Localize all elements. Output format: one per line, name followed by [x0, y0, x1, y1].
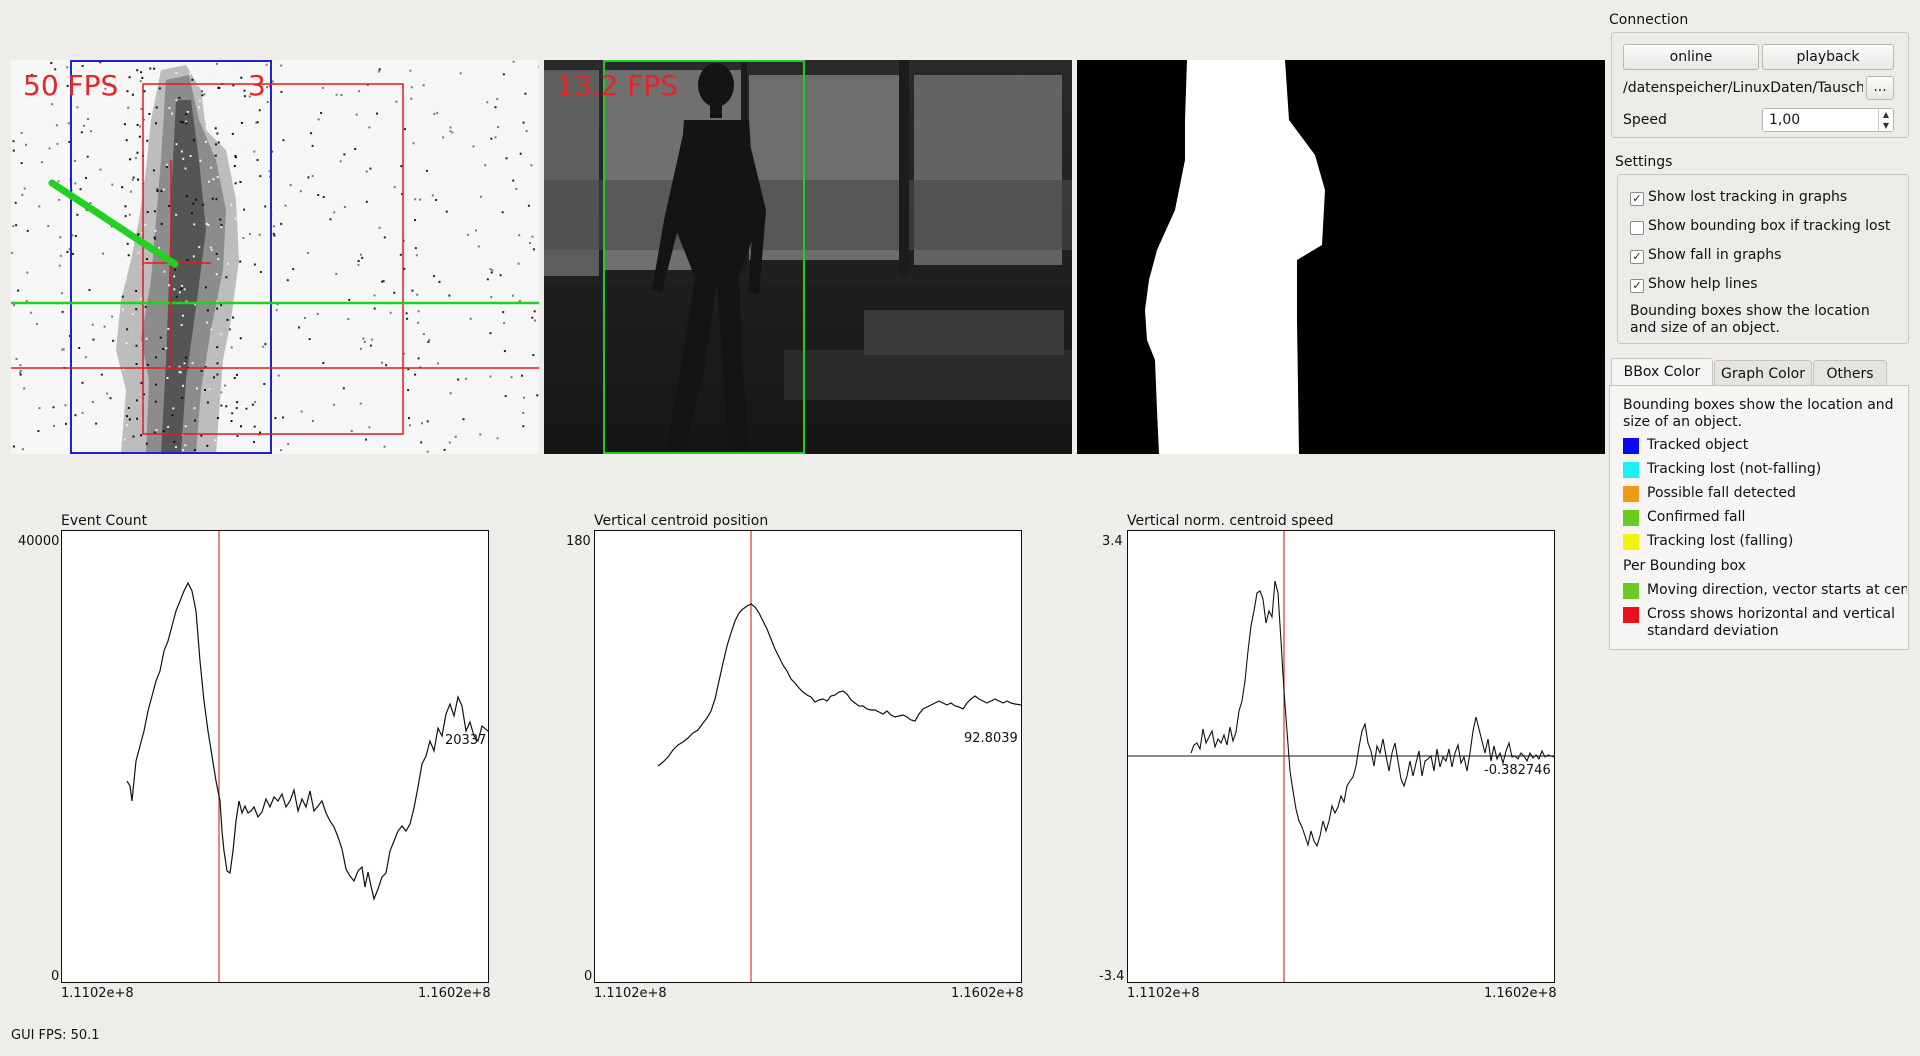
swatch-confirmed-fall — [1623, 510, 1639, 526]
camera-image — [544, 60, 1072, 454]
swatch-moving-direction — [1623, 583, 1639, 599]
graph-centroid-position-plot — [657, 531, 1022, 982]
gui-fps-status: GUI FPS: 50.1 — [11, 1028, 100, 1043]
tab-bbox-color[interactable]: BBox Color — [1611, 358, 1713, 386]
graph-xmin-centroid-position: 1.1102e+8 — [594, 986, 667, 1001]
graph-event-count — [61, 530, 489, 983]
graph-title-centroid-speed: Vertical norm. centroid speed — [1127, 513, 1334, 529]
graph-centroid-speed-plot — [1128, 531, 1555, 982]
spin-arrows-icon[interactable]: ▲ ▼ — [1878, 109, 1893, 131]
mask-view — [1077, 60, 1605, 454]
swatch-tracking-lost-falling — [1623, 534, 1639, 550]
graph-xmin-centroid-speed: 1.1102e+8 — [1127, 986, 1200, 1001]
graph-centroid-position — [594, 530, 1022, 983]
swatch-tracked-object — [1623, 438, 1639, 454]
checkbox-icon[interactable]: ✓ — [1630, 192, 1644, 206]
graph-title-centroid-position: Vertical centroid position — [594, 513, 769, 529]
settings-help-text: Bounding boxes show the location and siz… — [1630, 303, 1870, 336]
graph-ymin-centroid-position: 0 — [584, 969, 593, 984]
swatch-std-deviation-cross — [1623, 607, 1639, 623]
graph-xmin-event-count: 1.1102e+8 — [61, 986, 134, 1001]
event-view: 50 FPS 3 — [11, 60, 539, 454]
bbox-intro-text: Bounding boxes show the location and siz… — [1623, 397, 1894, 430]
settings-title: Settings — [1615, 154, 1673, 170]
browse-button[interactable]: ... — [1866, 76, 1894, 100]
graph-xmax-centroid-speed: 1.1602e+8 — [1484, 986, 1557, 1001]
graph-xmax-centroid-position: 1.1602e+8 — [951, 986, 1024, 1001]
swatch-tracking-lost-not-falling — [1623, 462, 1639, 478]
event-image — [11, 60, 539, 454]
event-count-label: 3 — [248, 69, 266, 102]
speed-label: Speed — [1623, 112, 1667, 128]
online-button[interactable]: online — [1623, 44, 1759, 70]
tab-graph-color[interactable]: Graph Color — [1714, 360, 1812, 386]
tab-others[interactable]: Others — [1813, 360, 1887, 386]
graph-ymin-event-count: 0 — [51, 969, 60, 984]
checkbox-icon[interactable] — [1630, 221, 1644, 235]
speed-spinbox[interactable]: 1,00 ▲ ▼ — [1762, 108, 1894, 132]
playback-path-field[interactable]: /datenspeicher/LinuxDaten/Tausch — [1623, 80, 1863, 96]
connection-title: Connection — [1609, 12, 1689, 28]
graph-title-event-count: Event Count — [61, 513, 148, 529]
checkbox-icon[interactable]: ✓ — [1630, 250, 1644, 264]
per-box-title: Per Bounding box — [1623, 558, 1746, 574]
camera-fps-label: 13.2 FPS — [556, 69, 679, 102]
graph-ymin-centroid-speed: -3.4 — [1099, 969, 1125, 984]
graph-last-value-centroid-speed: -0.382746 — [1484, 763, 1551, 778]
mask-image — [1077, 60, 1605, 454]
graph-ymax-event-count: 40000 — [18, 534, 60, 549]
graph-ymax-centroid-speed: 3.4 — [1102, 534, 1123, 549]
speed-value: 1,00 — [1769, 112, 1801, 128]
swatch-possible-fall — [1623, 486, 1639, 502]
graph-event-count-plot — [126, 531, 489, 982]
graph-last-value-event-count: 20337 — [445, 733, 487, 748]
playback-button[interactable]: playback — [1762, 44, 1894, 70]
camera-view: 13.2 FPS — [544, 60, 1072, 454]
graph-ymax-centroid-position: 180 — [566, 534, 591, 549]
graph-centroid-speed — [1127, 530, 1555, 983]
event-fps-label: 50 FPS — [23, 69, 119, 102]
checkbox-icon[interactable]: ✓ — [1630, 279, 1644, 293]
graph-last-value-centroid-position: 92.8039 — [964, 731, 1018, 746]
graph-xmax-event-count: 1.1602e+8 — [418, 986, 491, 1001]
